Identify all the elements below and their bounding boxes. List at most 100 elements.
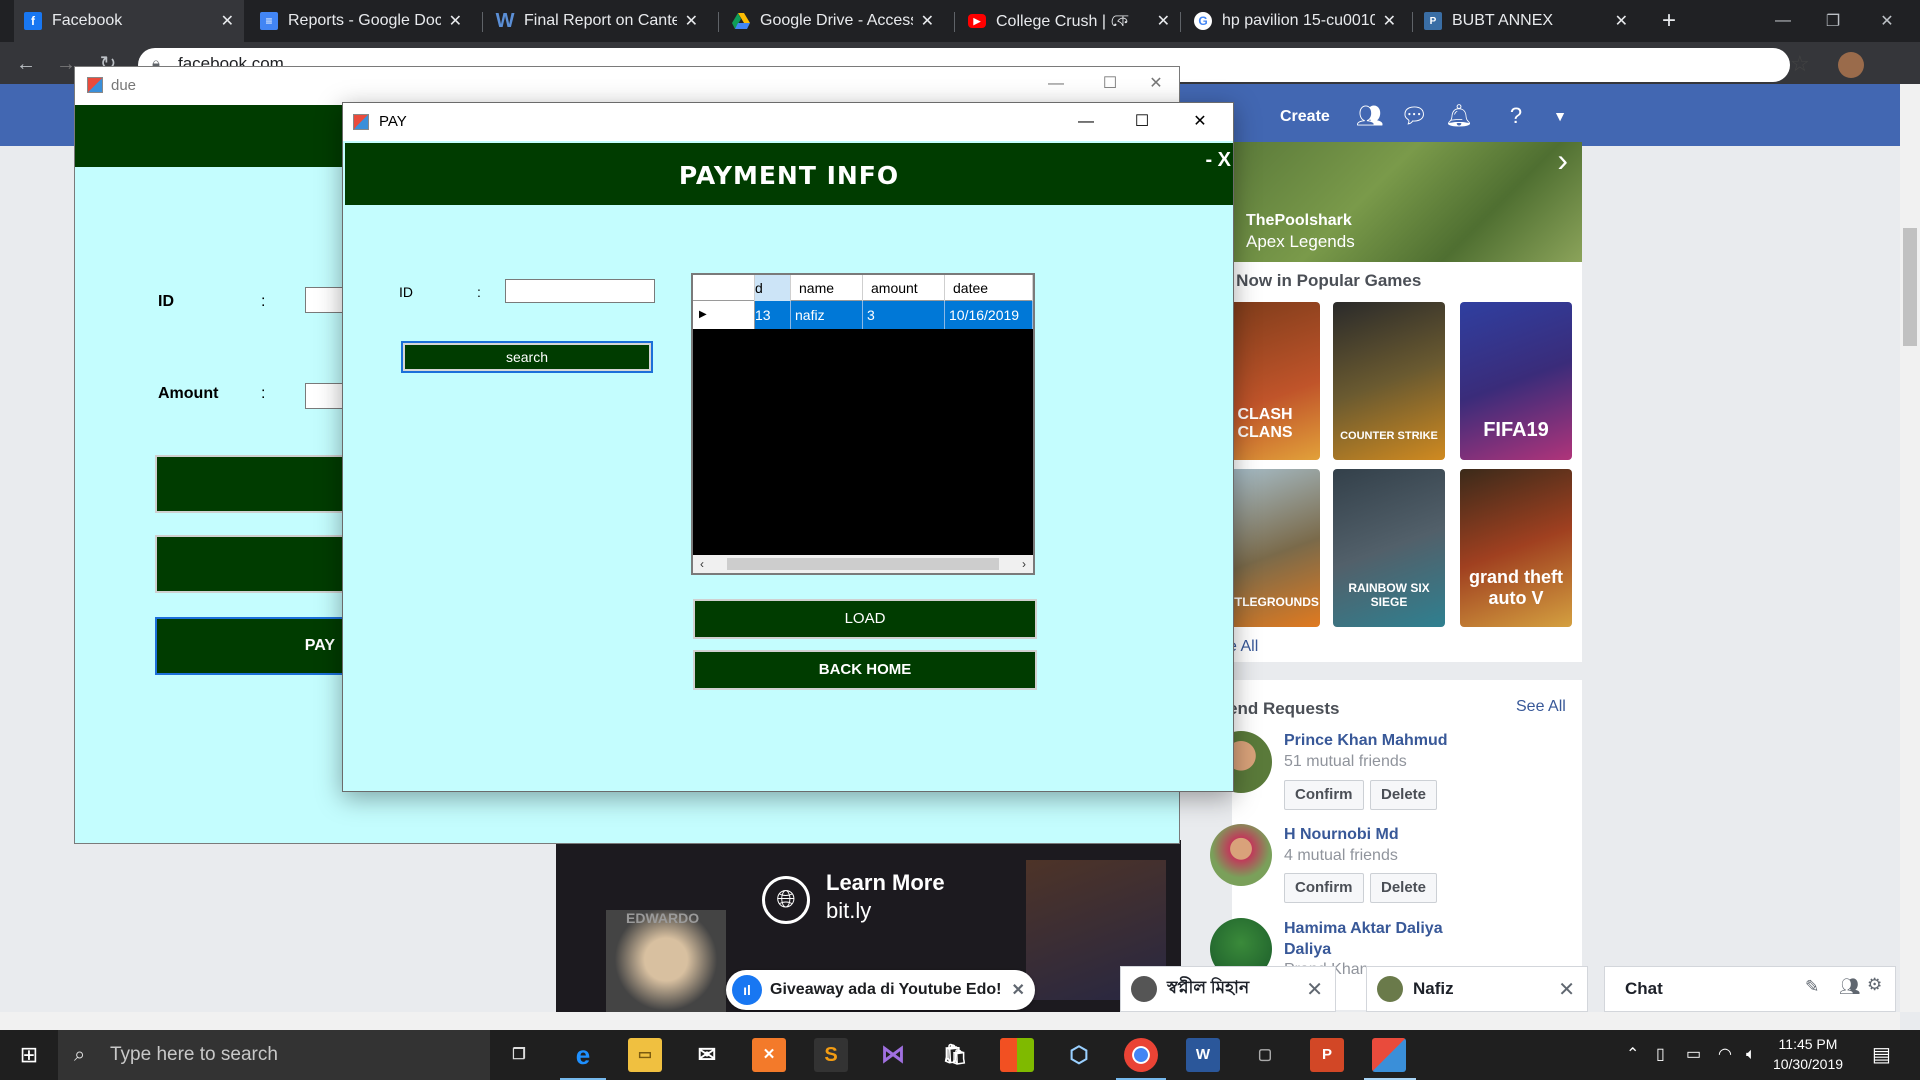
close-icon[interactable]: ✕ — [1864, 0, 1910, 42]
visual-studio-icon[interactable]: ⋈ — [876, 1038, 910, 1072]
close-icon[interactable]: ✕ — [1133, 69, 1179, 99]
page-scrollbar-thumb[interactable] — [1903, 228, 1917, 346]
minimize-icon[interactable]: — — [1063, 107, 1109, 137]
minimize-icon[interactable]: — — [1760, 0, 1806, 42]
chevron-right-icon[interactable]: › — [1557, 142, 1568, 179]
powerpoint-icon[interactable]: P — [1310, 1038, 1344, 1072]
avatar[interactable] — [1210, 824, 1272, 886]
windows-start-icon[interactable]: ⊞ — [0, 1030, 58, 1080]
close-icon[interactable]: ✕ — [221, 11, 234, 31]
edge-icon[interactable]: e — [566, 1038, 600, 1072]
nav-create[interactable]: Create — [1280, 108, 1330, 126]
friend-requests-see-all[interactable]: See All — [1516, 698, 1566, 716]
row-selector-arrow-icon[interactable]: ▶ — [693, 301, 755, 329]
chat-sidebar-bar[interactable]: Chat ✎ 👥︎ ⚙ — [1604, 966, 1896, 1012]
close-icon[interactable]: ✕ — [1011, 980, 1024, 1000]
close-icon[interactable]: ✕ — [1383, 11, 1396, 31]
close-icon[interactable]: ✕ — [1615, 11, 1628, 31]
delete-button[interactable]: Delete — [1370, 873, 1438, 903]
cell-name[interactable]: nafiz — [791, 301, 863, 329]
new-message-icon[interactable]: ✎ — [1805, 977, 1819, 997]
search-button[interactable]: search — [401, 341, 653, 373]
delete-button[interactable]: Delete — [1370, 780, 1438, 810]
tab-youtube[interactable]: ▶ College Crush | কে ✕ — [958, 0, 1180, 42]
cell-amount[interactable]: 3 — [863, 301, 945, 329]
column-header-name[interactable]: name — [791, 275, 863, 301]
back-home-button[interactable]: BACK HOME — [693, 650, 1037, 690]
show-hidden-icons-icon[interactable]: ⌃ — [1626, 1030, 1639, 1080]
friend-name[interactable]: Prince Khan Mahmud — [1284, 732, 1448, 750]
minimize-icon[interactable]: — — [1033, 69, 1079, 99]
form-close-button[interactable]: - X — [1205, 149, 1231, 172]
tab-google-drive[interactable]: Google Drive - Access ✕ — [722, 0, 944, 42]
ad-link-text[interactable]: bit.ly — [826, 898, 871, 924]
back-icon[interactable]: ← — [12, 50, 40, 78]
friend-name[interactable]: Hamima Aktar Daliya — [1284, 920, 1443, 938]
id-input[interactable] — [505, 279, 655, 303]
volume-icon[interactable]: 🔈︎ — [1746, 1030, 1756, 1080]
tab-final-report[interactable]: W Final Report on Cantee ✕ — [486, 0, 708, 42]
payment-data-grid[interactable]: d name amount datee ▶ 13 nafiz 3 10/16/2… — [691, 273, 1035, 575]
close-icon[interactable]: ✕ — [1157, 11, 1170, 31]
friend-name[interactable]: H Nournobi Md — [1284, 826, 1399, 844]
pay-button[interactable]: PAY — [155, 617, 345, 675]
cell-id[interactable]: 13 — [755, 301, 791, 329]
cell-datee[interactable]: 10/16/2019 — [945, 301, 1033, 329]
game-tile[interactable]: RAINBOW SIX SIEGE — [1333, 469, 1445, 627]
action-center-icon[interactable]: ▤ — [1872, 1030, 1891, 1080]
help-icon[interactable]: ? — [1502, 102, 1530, 130]
battery-icon[interactable]: ▭ — [1686, 1030, 1701, 1080]
learn-more-text[interactable]: Learn More — [826, 870, 945, 896]
horizontal-scrollbar[interactable] — [0, 1012, 1900, 1030]
scroll-left-icon[interactable]: ‹ — [693, 555, 711, 573]
due-titlebar[interactable]: due — ☐ ✕ — [75, 67, 1179, 105]
load-button[interactable]: LOAD — [693, 599, 1037, 639]
app-window-icon[interactable]: ▢ — [1248, 1038, 1282, 1072]
tab-google-search[interactable]: G hp pavilion 15-cu0010 ✕ — [1184, 0, 1406, 42]
close-icon[interactable]: ✕ — [1177, 107, 1223, 137]
chrome-icon[interactable] — [1124, 1038, 1158, 1072]
file-explorer-icon[interactable]: ▭ — [628, 1038, 662, 1072]
column-header-id[interactable]: d — [755, 275, 791, 301]
notifications-bell-icon[interactable]: 🔔︎ — [1445, 102, 1473, 130]
grid-scroll-thumb[interactable] — [727, 558, 999, 570]
bookmark-star-icon[interactable]: ☆ — [1790, 51, 1810, 77]
game-tile[interactable]: grand theft auto V — [1460, 469, 1572, 627]
restore-icon[interactable]: ❐ — [1810, 0, 1856, 42]
close-icon[interactable]: ✕ — [921, 11, 934, 31]
tab-bubt-annex[interactable]: P BUBT ANNEX ✕ — [1414, 0, 1638, 42]
maximize-icon[interactable]: ☐ — [1119, 107, 1165, 137]
xampp-icon[interactable]: ✕ — [752, 1038, 786, 1072]
settings-gear-icon[interactable]: ⚙ — [1867, 975, 1882, 995]
system-clock[interactable]: 11:45 PM 10/30/2019 — [1760, 1034, 1856, 1074]
tab-google-docs[interactable]: ≡ Reports - Google Docs ✕ — [250, 0, 472, 42]
messenger-icon[interactable]: 💬︎ — [1400, 102, 1428, 130]
cube-app-icon[interactable]: ⬡ — [1062, 1038, 1096, 1072]
scroll-right-icon[interactable]: › — [1015, 555, 1033, 573]
page-scrollbar[interactable] — [1900, 84, 1920, 1012]
word-icon[interactable]: W — [1186, 1038, 1220, 1072]
game-stream-hero[interactable]: ThePoolshark Apex Legends › — [1232, 142, 1582, 262]
wifi-icon[interactable]: ◠ — [1718, 1030, 1732, 1080]
profile-avatar[interactable] — [1838, 52, 1864, 78]
close-icon[interactable]: ✕ — [449, 11, 462, 31]
table-row[interactable]: ▶ 13 nafiz 3 10/16/2019 — [693, 301, 1033, 329]
game-tile[interactable]: COUNTER STRIKE — [1333, 302, 1445, 460]
task-view-icon[interactable]: ❒ — [502, 1038, 536, 1072]
group-icon[interactable]: 👥︎ — [1839, 977, 1861, 997]
grid-horizontal-scrollbar[interactable]: ‹ › — [693, 555, 1033, 573]
chat-tab-swapnil[interactable]: স্বপ্নীল মিহান ✕ — [1120, 966, 1336, 1012]
store-icon[interactable]: 🛍︎ — [938, 1038, 972, 1072]
dropdown-arrow-icon[interactable]: ▼ — [1546, 102, 1574, 130]
game-tile[interactable]: FIFA19 — [1460, 302, 1572, 460]
close-icon[interactable]: ✕ — [685, 11, 698, 31]
close-icon[interactable]: ✕ — [1306, 977, 1323, 1002]
sublime-text-icon[interactable]: S — [814, 1038, 848, 1072]
column-header-datee[interactable]: datee — [945, 275, 1033, 301]
friends-icon[interactable]: 👥︎ — [1356, 102, 1384, 130]
confirm-button[interactable]: Confirm — [1284, 780, 1364, 810]
maximize-icon[interactable]: ☐ — [1087, 69, 1133, 99]
due-action-button[interactable] — [155, 535, 345, 593]
mail-icon[interactable]: ✉ — [690, 1038, 724, 1072]
office-icon[interactable] — [1000, 1038, 1034, 1072]
